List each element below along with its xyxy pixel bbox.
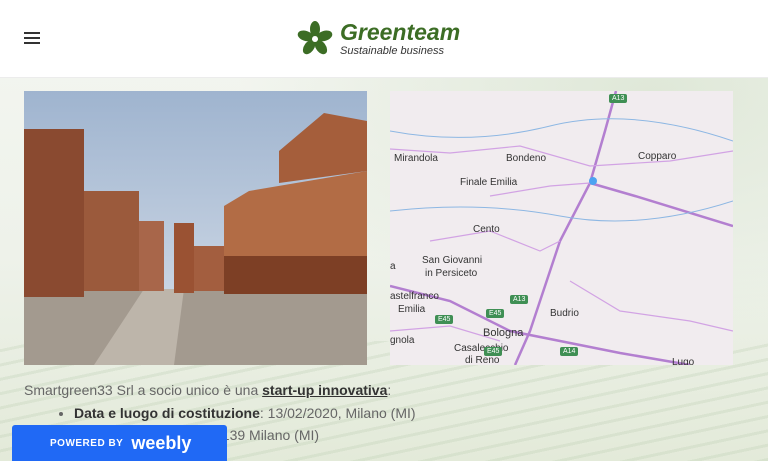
map-label: Budrio [550, 308, 579, 319]
map-label: astelfranco [390, 291, 439, 302]
item-value: : 13/02/2020, Milano (MI) [259, 405, 416, 421]
intro-text: Smartgreen33 Srl a socio unico è una [24, 382, 263, 398]
map-label: in Persiceto [425, 268, 478, 279]
map-label: a [390, 261, 396, 272]
badge-brand: weebly [131, 432, 192, 453]
road-badge: A14 [560, 347, 579, 356]
road-badge: A13 [510, 295, 529, 304]
road-badge: A13 [609, 94, 628, 103]
intro-paragraph: Smartgreen33 Srl a socio unico è una sta… [24, 382, 724, 398]
map-label: Mirandola [394, 153, 438, 164]
location-map[interactable]: Mirandola Bondeno Copparo Finale Emilia … [390, 91, 733, 365]
road-badge: E45 [435, 315, 454, 324]
clover-icon [297, 21, 333, 55]
map-label: gnola [390, 335, 415, 346]
site-header: Greenteam Sustainable business [0, 0, 768, 78]
map-label: Finale Emilia [460, 177, 518, 188]
map-label: Cento [473, 224, 500, 235]
startup-link[interactable]: start-up innovativa [262, 382, 387, 398]
map-label: di Reno [465, 355, 500, 365]
ferrara-square-photo [24, 91, 367, 365]
item-label: Data e luogo di costituzione [74, 405, 260, 421]
map-label: Bologna [483, 327, 524, 339]
map-label: Emilia [398, 304, 426, 315]
map-label: Copparo [638, 151, 677, 162]
map-label: Lugo [672, 357, 695, 365]
list-item: Data e luogo di costituzione: 13/02/2020… [74, 405, 724, 421]
road-badge: E45 [486, 309, 505, 318]
hamburger-icon[interactable] [24, 32, 40, 44]
brand-title: Greenteam [340, 19, 461, 45]
powered-by-weebly-badge[interactable]: POWERED BY weebly [12, 425, 227, 461]
brand-subtitle: Sustainable business [340, 45, 444, 57]
site-logo[interactable]: Greenteam Sustainable business [296, 20, 460, 58]
map-label: Bondeno [506, 153, 547, 164]
road-badge: E45 [484, 347, 503, 356]
map-label: San Giovanni [422, 255, 483, 266]
badge-prefix: POWERED BY [50, 437, 124, 449]
intro-suffix: : [387, 382, 392, 398]
